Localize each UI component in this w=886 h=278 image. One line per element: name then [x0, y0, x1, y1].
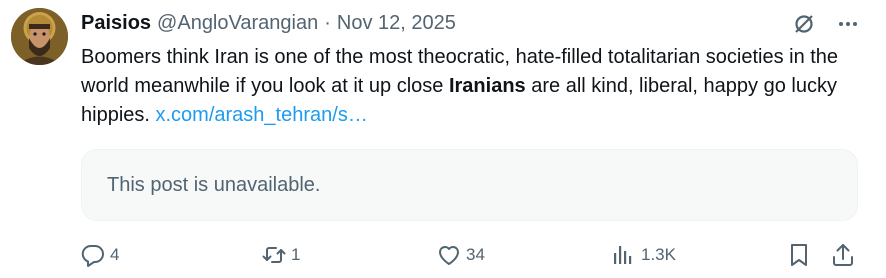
- repost-button[interactable]: 1: [261, 240, 300, 270]
- views-icon: [614, 246, 632, 264]
- like-count: 34: [466, 245, 485, 264]
- post-date[interactable]: Nov 12, 2025: [337, 12, 456, 35]
- separator: ·: [324, 11, 331, 34]
- share-button[interactable]: [830, 240, 856, 270]
- reply-count: 4: [110, 245, 120, 264]
- like-button[interactable]: 34: [436, 240, 485, 270]
- bookmark-button[interactable]: [786, 240, 812, 270]
- views-button[interactable]: 1.3K: [611, 240, 676, 270]
- share-icon: [833, 244, 853, 266]
- post-link[interactable]: x.com/arash_tehran/s…: [156, 104, 368, 126]
- heart-icon: [439, 246, 459, 265]
- post-text: Boomers think Iran is one of the most th…: [81, 43, 861, 130]
- more-icon[interactable]: [834, 10, 862, 38]
- repost-count: 1: [291, 245, 301, 264]
- post-text-bold: Iranians: [448, 75, 526, 97]
- repost-icon: [262, 247, 286, 263]
- bookmark-icon: [791, 244, 807, 266]
- grok-icon[interactable]: [790, 10, 818, 38]
- views-count: 1.3K: [641, 245, 676, 264]
- post-header: Paisios @AngloVarangian · Nov 12, 2025: [81, 9, 456, 37]
- quoted-post-unavailable: This post is unavailable.: [81, 149, 858, 221]
- avatar[interactable]: [11, 8, 68, 65]
- reply-button[interactable]: 4: [80, 240, 119, 270]
- unavailable-text: This post is unavailable.: [107, 173, 321, 196]
- handle[interactable]: @AngloVarangian: [157, 12, 318, 35]
- display-name[interactable]: Paisios: [81, 12, 151, 35]
- reply-icon: [81, 244, 104, 267]
